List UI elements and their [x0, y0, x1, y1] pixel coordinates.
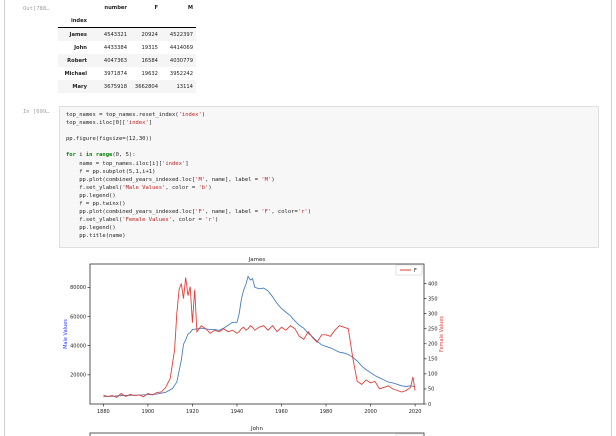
code-editor[interactable]: top_names = top_names.reset_index('index… — [59, 106, 599, 248]
table-row: Michael 3971874 19632 3952242 — [58, 67, 196, 80]
code-line: f.set_ylabel('Male Values', color = 'b') — [66, 184, 212, 191]
table-row: Robert 4047363 16584 4030779 — [58, 54, 196, 67]
output-prompt: Out[788… — [23, 6, 50, 12]
row-label: Mary — [72, 83, 87, 90]
cell-number: 3675918 — [103, 83, 127, 90]
column-header-m: M — [187, 4, 193, 11]
code-line: pp.legend() — [66, 225, 116, 232]
row-label: John — [74, 44, 87, 51]
table-row: James 4543321 20924 4522397 — [58, 27, 196, 41]
code-line: for i in range(0, 5): — [66, 152, 136, 159]
cell-m: 4030779 — [169, 57, 193, 64]
cell-f: 19315 — [141, 44, 158, 51]
cell-m: 4522397 — [169, 31, 193, 38]
cell-f: 16584 — [141, 57, 158, 64]
cell-m: 13114 — [176, 83, 193, 90]
input-prompt: In [699… — [23, 109, 50, 115]
code-line: pp.title(name) — [66, 233, 126, 240]
table-row: John 4433384 19315 4414069 — [58, 41, 196, 54]
row-label: Robert — [67, 57, 87, 64]
code-line: pp.plot(combined_years_indexed.loc['M', … — [66, 176, 275, 183]
row-label: James — [69, 31, 87, 38]
cell-f: 20924 — [141, 31, 158, 38]
dataframe-output: number F M index James 4543321 20924 452… — [58, 1, 196, 93]
cell-number: 3971874 — [103, 70, 127, 77]
cell-number: 4543321 — [103, 31, 127, 38]
code-line: f = pp.twinx() — [66, 201, 126, 208]
index-name: index — [58, 14, 90, 28]
cell-m: 4414069 — [169, 44, 193, 51]
column-header-number: number — [104, 4, 127, 11]
cell-number: 4047363 — [103, 57, 127, 64]
table-header-row: number F M — [58, 1, 196, 14]
table-row: Mary 3675918 3662804 13114 — [58, 80, 196, 93]
cell-f: 3662804 — [134, 83, 158, 90]
code-line: pp.plot(combined_years_indexed.loc['F', … — [66, 209, 312, 216]
code-line: top_names = top_names.reset_index('index… — [66, 112, 206, 118]
code-line: f.set_ylabel('Female Values', color = 'r… — [66, 217, 219, 224]
table-index-row: index — [58, 14, 196, 28]
cell-m: 3952242 — [169, 70, 193, 77]
table-corner — [58, 1, 90, 14]
cell-f: 19632 — [141, 70, 158, 77]
code-line: f = pp.subplot(5,1,i+1) — [66, 168, 156, 175]
cell-number: 4433384 — [103, 44, 127, 51]
code-line: top_names.iloc[0]['index'] — [66, 120, 153, 127]
row-label: Michael — [64, 70, 87, 77]
column-header-f: F — [154, 4, 158, 11]
code-line: pp.figure(figsize=(12,30)) — [66, 136, 153, 143]
code-line: name = top_names.iloc[i]['index'] — [66, 160, 189, 167]
code-line: pp.legend() — [66, 192, 116, 199]
